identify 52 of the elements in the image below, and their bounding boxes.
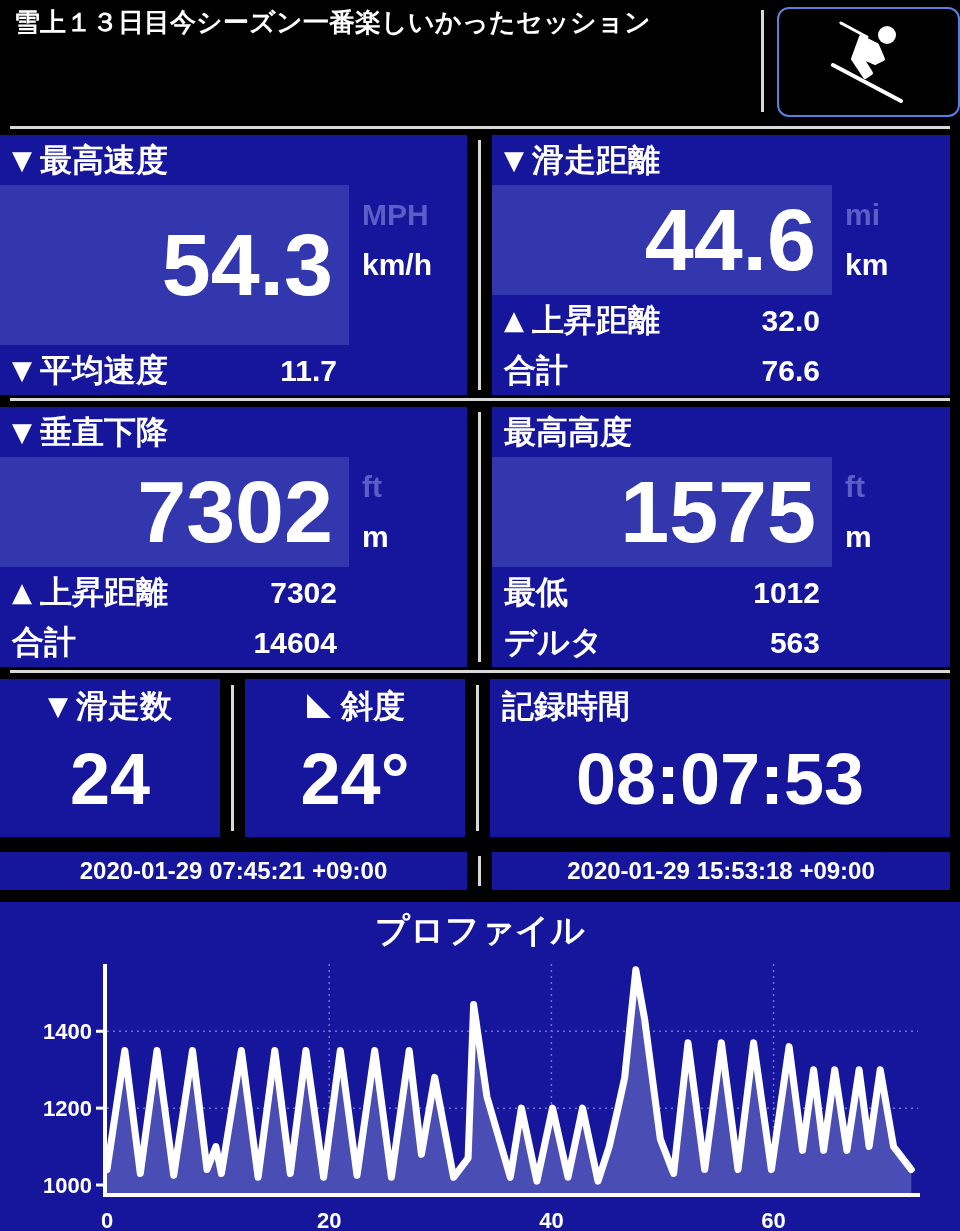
activity-button[interactable] [777,7,960,117]
stat-title: 斜度 [341,687,405,726]
stat-value: 44.6 [644,196,816,284]
arrow-icon: ▼ [48,693,68,719]
unit-toggle[interactable]: km/h [362,245,467,285]
stat-value: 54.3 [161,221,333,309]
stat-value: 76.6 [761,352,820,389]
tick-label: 1400 [43,1019,92,1045]
stat-value: 08:07:53 [575,743,865,815]
unit-toggle[interactable]: m [362,517,467,557]
stat-value: 1012 [753,574,820,611]
timestamp: 2020-01-29 15:53:18 +09:00 [567,856,875,886]
stat-label: 上昇距離 [40,573,168,612]
arrow-icon: ▲ [504,307,524,333]
stat-title: 記録時間 [502,687,630,726]
slope-icon [305,692,333,720]
stat-value: 11.7 [280,352,337,389]
stat-label: デルタ [504,623,603,662]
unit-toggle[interactable]: km [845,245,950,285]
stat-title: 滑走数 [76,687,172,726]
stat-label: 合計 [12,623,76,662]
unit-toggle[interactable]: m [845,517,950,557]
stat-value: 24 [69,743,151,815]
stat-title: 垂直下降 [40,413,168,452]
stat-label: 合計 [504,351,568,390]
stat-value: 7302 [270,574,337,611]
stat-value: 14604 [253,624,337,661]
stat-title: 最高高度 [504,413,632,452]
arrow-icon: ▲ [12,579,32,605]
tick-label: 0 [100,1208,114,1231]
stat-label: 平均速度 [40,351,168,390]
tick-label: 60 [761,1208,786,1231]
stat-label: 最低 [504,573,568,612]
stat-value: 7302 [137,468,333,556]
stat-value: 24° [300,743,410,815]
tick-label: 1000 [43,1173,92,1198]
stat-title: 最高速度 [40,141,168,180]
stat-value: 32.0 [761,302,820,339]
timestamp: 2020-01-29 07:45:21 +09:00 [79,856,388,886]
arrow-icon: ▼ [12,357,32,383]
tick-label: 20 [316,1208,342,1231]
stat-title: 滑走距離 [532,141,660,180]
tick-label: 40 [539,1208,564,1231]
arrow-icon: ▼ [504,147,524,173]
tick-label: 1200 [43,1096,92,1122]
session-title: 雪上１３日目今シーズン一番楽しいかったセッション [14,7,651,37]
stat-value: 563 [769,624,820,661]
arrow-icon: ▼ [12,147,32,173]
stat-label: 上昇距離 [532,301,660,340]
stat-value: 1575 [620,468,816,556]
arrow-icon: ▼ [12,419,32,445]
chart-title: プロファイル [375,909,585,951]
